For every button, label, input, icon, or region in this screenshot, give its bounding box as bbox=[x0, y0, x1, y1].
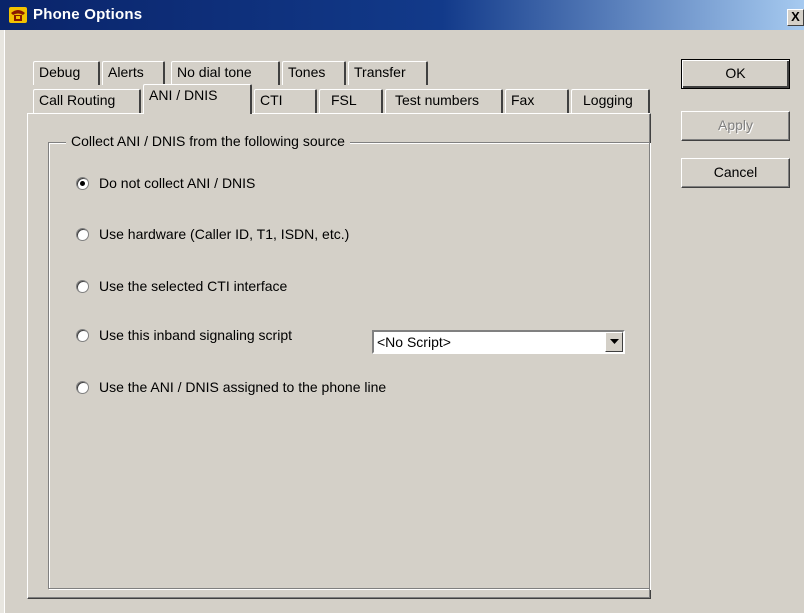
tab-alerts[interactable]: Alerts bbox=[102, 61, 165, 85]
tab-ani-dnis[interactable]: ANI / DNIS bbox=[143, 84, 252, 114]
radio-use-hardware[interactable]: Use hardware (Caller ID, T1, ISDN, etc.) bbox=[76, 224, 349, 244]
radio-label: Use hardware (Caller ID, T1, ISDN, etc.) bbox=[99, 226, 350, 242]
tab-debug[interactable]: Debug bbox=[33, 61, 100, 85]
radio-label: Use the selected CTI interface bbox=[99, 278, 288, 294]
script-select[interactable]: <No Script> bbox=[372, 330, 625, 354]
radio-button[interactable] bbox=[76, 227, 89, 241]
tab-no-dial-tone[interactable]: No dial tone bbox=[171, 61, 280, 85]
script-select-value: <No Script> bbox=[377, 334, 451, 350]
tab-cti[interactable]: CTI bbox=[254, 89, 317, 113]
radio-button[interactable] bbox=[76, 279, 89, 293]
script-dropdown-button[interactable] bbox=[605, 332, 623, 352]
apply-button[interactable]: Apply bbox=[681, 111, 790, 141]
tab-call-routing[interactable]: Call Routing bbox=[33, 89, 141, 113]
ani-dnis-panel: Collect ANI / DNIS from the following so… bbox=[27, 113, 651, 599]
radio-use-phone-line[interactable]: Use the ANI / DNIS assigned to the phone… bbox=[76, 377, 386, 397]
collect-source-group bbox=[48, 142, 650, 589]
phone-icon bbox=[9, 7, 27, 23]
tab-fax[interactable]: Fax bbox=[505, 89, 569, 113]
tab-logging[interactable]: Logging bbox=[571, 89, 650, 113]
radio-button[interactable] bbox=[76, 380, 89, 394]
radio-label: Do not collect ANI / DNIS bbox=[99, 175, 256, 191]
close-icon: X bbox=[791, 9, 800, 24]
window-title: Phone Options bbox=[33, 6, 143, 23]
ok-button[interactable]: OK bbox=[681, 59, 790, 89]
cancel-button[interactable]: Cancel bbox=[681, 158, 790, 188]
radio-do-not-collect[interactable]: Do not collect ANI / DNIS bbox=[76, 173, 255, 193]
chevron-down-icon bbox=[610, 339, 619, 344]
title-bar[interactable]: Phone Options X bbox=[0, 0, 804, 30]
tab-transfer[interactable]: Transfer bbox=[348, 61, 428, 85]
phone-options-window: Phone Options X Debug Alerts No dial ton… bbox=[0, 0, 804, 613]
tab-tones[interactable]: Tones bbox=[282, 61, 346, 85]
window-border bbox=[0, 30, 5, 613]
radio-button[interactable] bbox=[76, 328, 89, 342]
group-legend: Collect ANI / DNIS from the following so… bbox=[66, 133, 350, 149]
tab-test-numbers[interactable]: Test numbers bbox=[385, 89, 503, 113]
radio-use-inband-script[interactable]: Use this inband signaling script bbox=[76, 325, 292, 345]
radio-button[interactable] bbox=[76, 176, 89, 190]
close-button[interactable]: X bbox=[787, 9, 804, 26]
tab-fsl[interactable]: FSL bbox=[319, 89, 383, 113]
radio-label: Use this inband signaling script bbox=[99, 327, 292, 343]
radio-use-cti[interactable]: Use the selected CTI interface bbox=[76, 276, 287, 296]
radio-label: Use the ANI / DNIS assigned to the phone… bbox=[99, 379, 387, 395]
